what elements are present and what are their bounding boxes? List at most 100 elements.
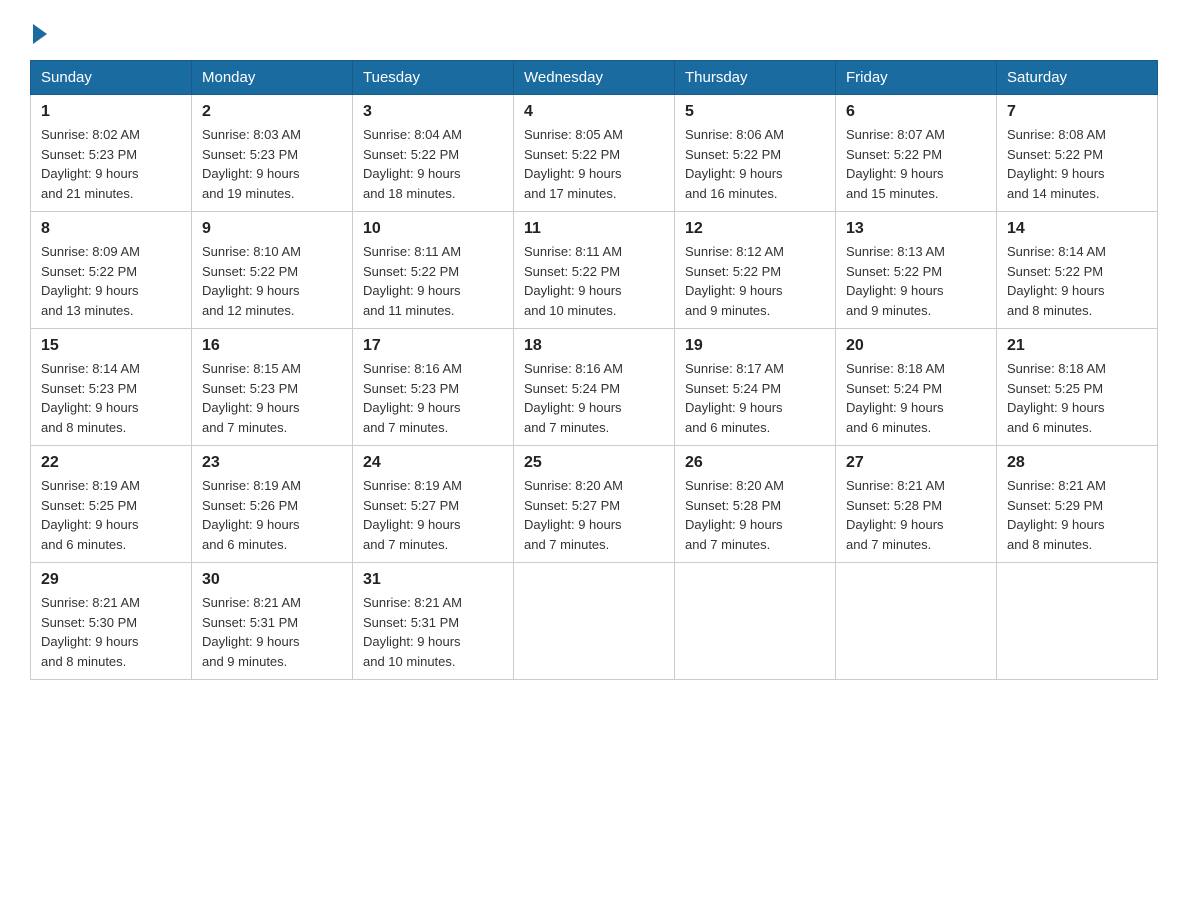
calendar-cell: 13 Sunrise: 8:13 AM Sunset: 5:22 PM Dayl… (836, 212, 997, 329)
week-row-4: 22 Sunrise: 8:19 AM Sunset: 5:25 PM Dayl… (31, 446, 1158, 563)
header-sunday: Sunday (31, 61, 192, 95)
day-number: 24 (363, 454, 503, 472)
calendar-cell: 26 Sunrise: 8:20 AM Sunset: 5:28 PM Dayl… (675, 446, 836, 563)
day-info: Sunrise: 8:03 AM Sunset: 5:23 PM Dayligh… (202, 125, 342, 203)
day-number: 4 (524, 103, 664, 121)
day-info: Sunrise: 8:05 AM Sunset: 5:22 PM Dayligh… (524, 125, 664, 203)
calendar-cell (836, 563, 997, 680)
day-info: Sunrise: 8:04 AM Sunset: 5:22 PM Dayligh… (363, 125, 503, 203)
calendar-cell: 17 Sunrise: 8:16 AM Sunset: 5:23 PM Dayl… (353, 329, 514, 446)
day-info: Sunrise: 8:10 AM Sunset: 5:22 PM Dayligh… (202, 242, 342, 320)
calendar-cell: 2 Sunrise: 8:03 AM Sunset: 5:23 PM Dayli… (192, 95, 353, 212)
calendar-header-row: SundayMondayTuesdayWednesdayThursdayFrid… (31, 61, 1158, 95)
week-row-1: 1 Sunrise: 8:02 AM Sunset: 5:23 PM Dayli… (31, 95, 1158, 212)
logo (30, 20, 47, 40)
calendar-cell: 30 Sunrise: 8:21 AM Sunset: 5:31 PM Dayl… (192, 563, 353, 680)
calendar-cell: 16 Sunrise: 8:15 AM Sunset: 5:23 PM Dayl… (192, 329, 353, 446)
day-number: 8 (41, 220, 181, 238)
calendar-cell: 19 Sunrise: 8:17 AM Sunset: 5:24 PM Dayl… (675, 329, 836, 446)
day-info: Sunrise: 8:21 AM Sunset: 5:31 PM Dayligh… (202, 593, 342, 671)
day-number: 28 (1007, 454, 1147, 472)
day-info: Sunrise: 8:21 AM Sunset: 5:30 PM Dayligh… (41, 593, 181, 671)
calendar-cell (675, 563, 836, 680)
calendar-cell: 27 Sunrise: 8:21 AM Sunset: 5:28 PM Dayl… (836, 446, 997, 563)
calendar-cell: 20 Sunrise: 8:18 AM Sunset: 5:24 PM Dayl… (836, 329, 997, 446)
day-number: 21 (1007, 337, 1147, 355)
day-info: Sunrise: 8:16 AM Sunset: 5:23 PM Dayligh… (363, 359, 503, 437)
day-number: 19 (685, 337, 825, 355)
day-number: 16 (202, 337, 342, 355)
day-info: Sunrise: 8:21 AM Sunset: 5:28 PM Dayligh… (846, 476, 986, 554)
calendar-cell: 15 Sunrise: 8:14 AM Sunset: 5:23 PM Dayl… (31, 329, 192, 446)
calendar-cell: 25 Sunrise: 8:20 AM Sunset: 5:27 PM Dayl… (514, 446, 675, 563)
calendar-cell: 31 Sunrise: 8:21 AM Sunset: 5:31 PM Dayl… (353, 563, 514, 680)
day-number: 29 (41, 571, 181, 589)
page-header (30, 20, 1158, 40)
day-number: 12 (685, 220, 825, 238)
week-row-5: 29 Sunrise: 8:21 AM Sunset: 5:30 PM Dayl… (31, 563, 1158, 680)
day-info: Sunrise: 8:18 AM Sunset: 5:25 PM Dayligh… (1007, 359, 1147, 437)
calendar-cell (514, 563, 675, 680)
week-row-2: 8 Sunrise: 8:09 AM Sunset: 5:22 PM Dayli… (31, 212, 1158, 329)
day-info: Sunrise: 8:14 AM Sunset: 5:22 PM Dayligh… (1007, 242, 1147, 320)
calendar-cell: 28 Sunrise: 8:21 AM Sunset: 5:29 PM Dayl… (997, 446, 1158, 563)
calendar-cell: 6 Sunrise: 8:07 AM Sunset: 5:22 PM Dayli… (836, 95, 997, 212)
calendar-cell: 7 Sunrise: 8:08 AM Sunset: 5:22 PM Dayli… (997, 95, 1158, 212)
calendar-cell: 14 Sunrise: 8:14 AM Sunset: 5:22 PM Dayl… (997, 212, 1158, 329)
day-info: Sunrise: 8:06 AM Sunset: 5:22 PM Dayligh… (685, 125, 825, 203)
day-number: 25 (524, 454, 664, 472)
day-number: 15 (41, 337, 181, 355)
day-info: Sunrise: 8:20 AM Sunset: 5:28 PM Dayligh… (685, 476, 825, 554)
calendar-cell: 3 Sunrise: 8:04 AM Sunset: 5:22 PM Dayli… (353, 95, 514, 212)
day-number: 2 (202, 103, 342, 121)
day-number: 18 (524, 337, 664, 355)
calendar-cell: 22 Sunrise: 8:19 AM Sunset: 5:25 PM Dayl… (31, 446, 192, 563)
calendar-cell: 18 Sunrise: 8:16 AM Sunset: 5:24 PM Dayl… (514, 329, 675, 446)
day-info: Sunrise: 8:21 AM Sunset: 5:31 PM Dayligh… (363, 593, 503, 671)
day-number: 20 (846, 337, 986, 355)
day-info: Sunrise: 8:18 AM Sunset: 5:24 PM Dayligh… (846, 359, 986, 437)
header-wednesday: Wednesday (514, 61, 675, 95)
day-number: 3 (363, 103, 503, 121)
calendar-cell: 8 Sunrise: 8:09 AM Sunset: 5:22 PM Dayli… (31, 212, 192, 329)
header-thursday: Thursday (675, 61, 836, 95)
day-number: 30 (202, 571, 342, 589)
day-number: 23 (202, 454, 342, 472)
calendar-cell: 23 Sunrise: 8:19 AM Sunset: 5:26 PM Dayl… (192, 446, 353, 563)
day-info: Sunrise: 8:19 AM Sunset: 5:25 PM Dayligh… (41, 476, 181, 554)
day-info: Sunrise: 8:17 AM Sunset: 5:24 PM Dayligh… (685, 359, 825, 437)
day-info: Sunrise: 8:14 AM Sunset: 5:23 PM Dayligh… (41, 359, 181, 437)
day-info: Sunrise: 8:08 AM Sunset: 5:22 PM Dayligh… (1007, 125, 1147, 203)
calendar-cell: 4 Sunrise: 8:05 AM Sunset: 5:22 PM Dayli… (514, 95, 675, 212)
day-number: 26 (685, 454, 825, 472)
calendar-cell: 12 Sunrise: 8:12 AM Sunset: 5:22 PM Dayl… (675, 212, 836, 329)
calendar-table: SundayMondayTuesdayWednesdayThursdayFrid… (30, 60, 1158, 680)
day-number: 6 (846, 103, 986, 121)
day-info: Sunrise: 8:02 AM Sunset: 5:23 PM Dayligh… (41, 125, 181, 203)
day-info: Sunrise: 8:20 AM Sunset: 5:27 PM Dayligh… (524, 476, 664, 554)
header-monday: Monday (192, 61, 353, 95)
day-info: Sunrise: 8:19 AM Sunset: 5:26 PM Dayligh… (202, 476, 342, 554)
day-info: Sunrise: 8:12 AM Sunset: 5:22 PM Dayligh… (685, 242, 825, 320)
header-saturday: Saturday (997, 61, 1158, 95)
calendar-cell: 11 Sunrise: 8:11 AM Sunset: 5:22 PM Dayl… (514, 212, 675, 329)
day-info: Sunrise: 8:15 AM Sunset: 5:23 PM Dayligh… (202, 359, 342, 437)
day-info: Sunrise: 8:21 AM Sunset: 5:29 PM Dayligh… (1007, 476, 1147, 554)
day-info: Sunrise: 8:11 AM Sunset: 5:22 PM Dayligh… (363, 242, 503, 320)
calendar-cell: 29 Sunrise: 8:21 AM Sunset: 5:30 PM Dayl… (31, 563, 192, 680)
week-row-3: 15 Sunrise: 8:14 AM Sunset: 5:23 PM Dayl… (31, 329, 1158, 446)
calendar-cell (997, 563, 1158, 680)
calendar-cell: 21 Sunrise: 8:18 AM Sunset: 5:25 PM Dayl… (997, 329, 1158, 446)
day-number: 5 (685, 103, 825, 121)
header-friday: Friday (836, 61, 997, 95)
day-info: Sunrise: 8:11 AM Sunset: 5:22 PM Dayligh… (524, 242, 664, 320)
day-info: Sunrise: 8:16 AM Sunset: 5:24 PM Dayligh… (524, 359, 664, 437)
day-number: 22 (41, 454, 181, 472)
day-number: 17 (363, 337, 503, 355)
day-number: 13 (846, 220, 986, 238)
day-number: 31 (363, 571, 503, 589)
day-number: 10 (363, 220, 503, 238)
day-number: 7 (1007, 103, 1147, 121)
day-number: 27 (846, 454, 986, 472)
day-number: 1 (41, 103, 181, 121)
